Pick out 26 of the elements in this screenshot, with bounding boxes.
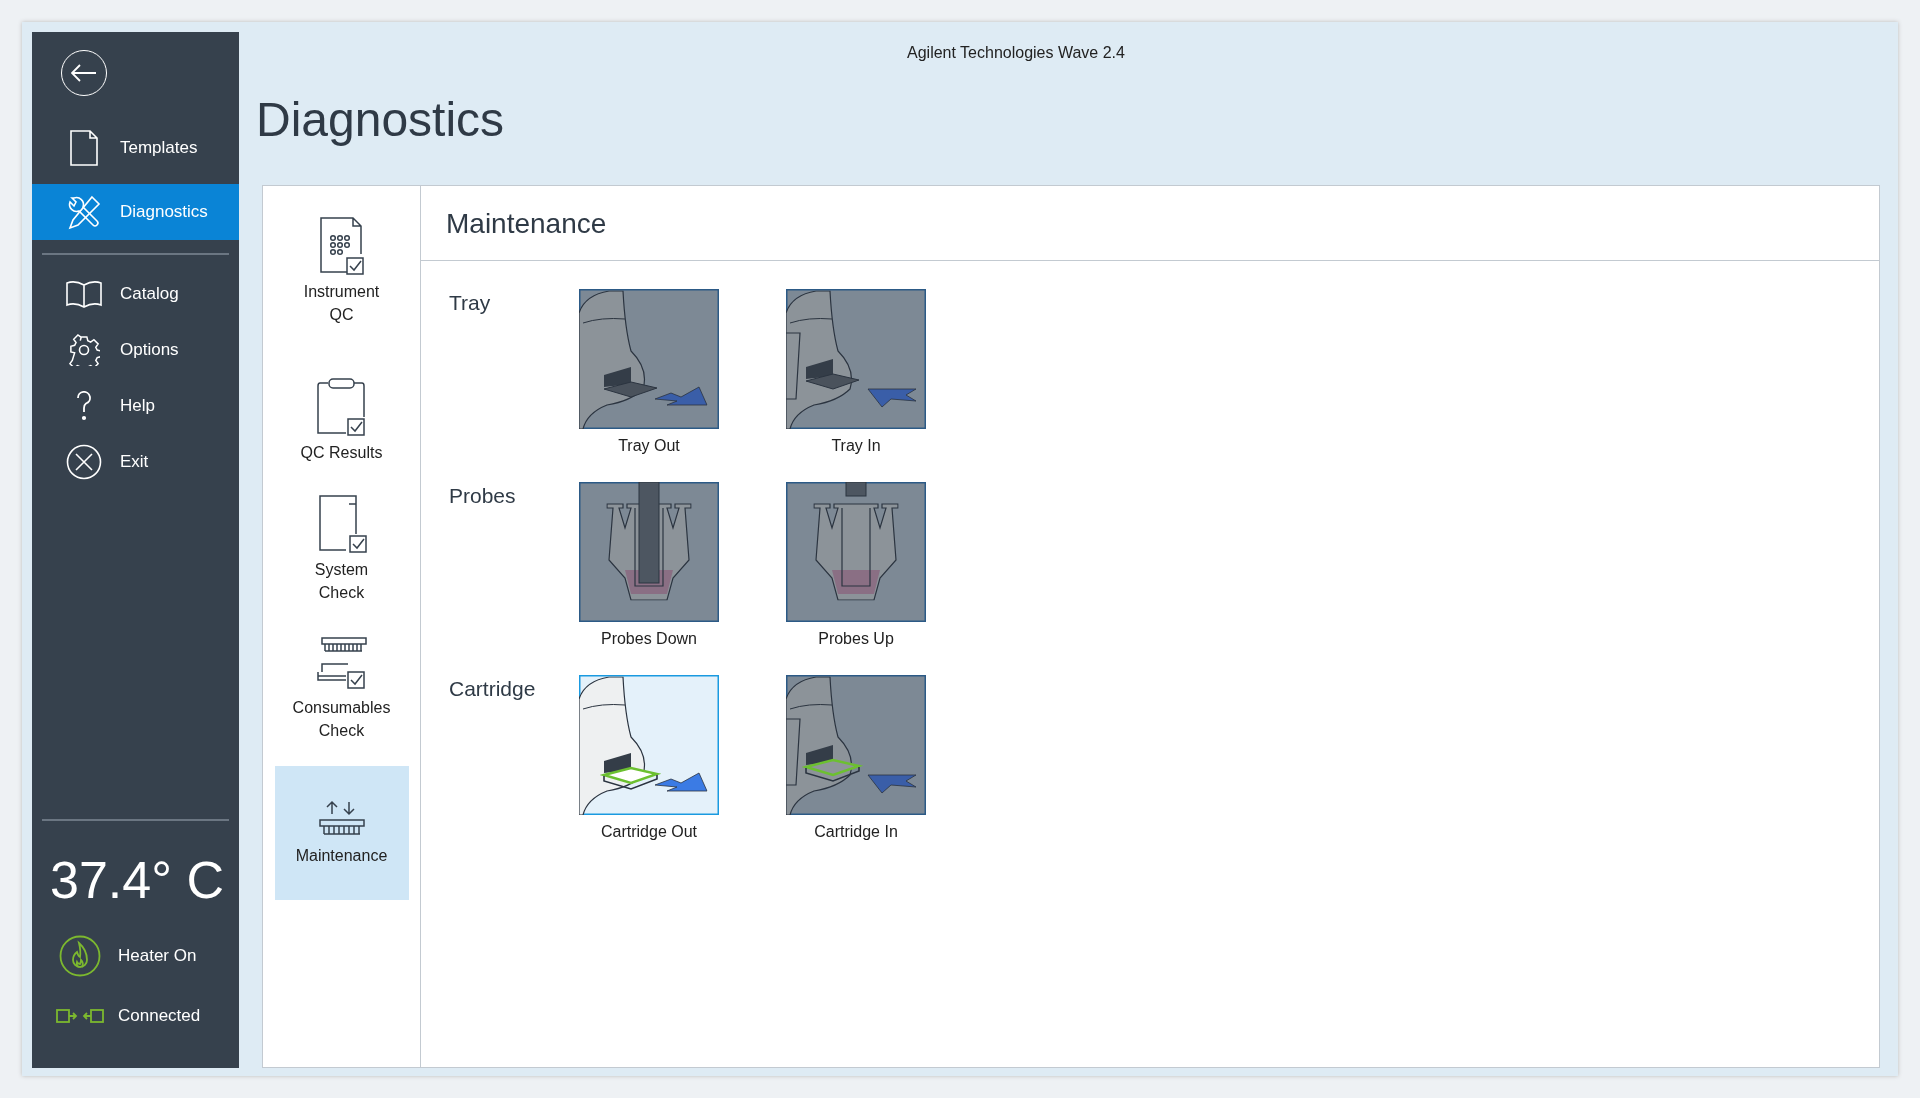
panel-title: Maintenance	[421, 186, 1879, 261]
diagnostics-tab[interactable]: Instrument QC	[274, 210, 409, 332]
page-title: Diagnostics	[256, 92, 506, 148]
sidebar-item[interactable]: Options	[32, 322, 239, 378]
status-label: Connected	[118, 1006, 201, 1026]
window-title: Agilent Technologies Wave 2.4	[906, 43, 1126, 62]
tile-label: Probes Up	[818, 630, 894, 648]
status-label: Heater On	[118, 946, 197, 966]
diagnostics-tab[interactable]: Consumables Check	[274, 628, 409, 748]
tile-label: Cartridge In	[814, 823, 898, 841]
sidebar-item[interactable]: Catalog	[32, 266, 239, 322]
sidebar-item[interactable]: Exit	[32, 434, 239, 490]
sidebar-item[interactable]: Help	[32, 378, 239, 434]
tile-label: Tray In	[831, 437, 881, 455]
tile-label: Cartridge Out	[600, 823, 697, 841]
diagnostics-tab[interactable]: Maintenance	[274, 766, 409, 900]
temperature-reading: 37.4° C	[49, 850, 225, 911]
diagnostics-tab[interactable]: System Check	[274, 488, 409, 610]
group-label: Probes	[449, 483, 517, 509]
group-label: Cartridge	[449, 676, 537, 702]
sidebar-item[interactable]: Diagnostics	[32, 184, 239, 240]
sidebar-item[interactable]: Templates	[32, 120, 239, 176]
tile-label: Probes Down	[600, 630, 697, 648]
group-label: Tray	[449, 290, 492, 316]
diagnostics-tab[interactable]: QC Results	[274, 350, 409, 470]
tile-label: Tray Out	[618, 437, 680, 455]
